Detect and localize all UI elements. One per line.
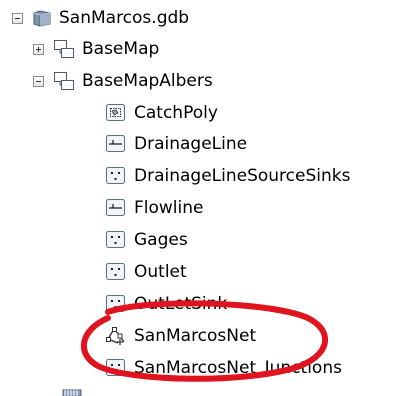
tree-node-label: DrainageLineSourceSinks xyxy=(134,166,351,186)
polygon-feature-class-icon xyxy=(106,104,125,121)
line-feature-class-icon xyxy=(106,135,125,152)
partial-feature-icon xyxy=(62,389,82,396)
tree-node-label: SanMarcos.gdb xyxy=(59,8,190,28)
tree-node-feature-class[interactable]: OutLetSink xyxy=(105,291,227,317)
point-feature-class-icon xyxy=(106,263,125,280)
line-feature-class-icon xyxy=(106,199,125,216)
tree-node-label: CatchPoly xyxy=(134,103,218,123)
tree-node-label: BaseMapAlbers xyxy=(82,71,213,91)
tree-node-feature-class[interactable]: DrainageLineSourceSinks xyxy=(105,163,350,189)
tree-node-geodatabase[interactable]: SanMarcos.gdb xyxy=(12,5,189,31)
geometric-network-icon xyxy=(106,327,125,345)
tree-node-label: SanMarcosNet xyxy=(134,326,257,346)
tree-node-feature-class[interactable]: Outlet xyxy=(105,259,187,285)
tree-node-label: DrainageLine xyxy=(134,134,248,154)
tree-node-feature-class[interactable]: CatchPoly xyxy=(105,100,218,126)
collapse-toggle-icon[interactable] xyxy=(12,12,23,24)
tree-node-label: OutLetSink xyxy=(134,294,228,314)
tree-node-label: Outlet xyxy=(134,262,187,282)
tree-node-feature-dataset[interactable]: BaseMap xyxy=(33,36,159,62)
tree-node-label: SanMarcosNet_Junctions xyxy=(134,358,342,378)
tree-node-feature-class[interactable]: Gages xyxy=(105,227,188,253)
catalog-tree: SanMarcos.gdb BaseMap BaseMapAlbers Catc… xyxy=(0,0,401,396)
tree-node-label: Flowline xyxy=(134,198,204,218)
feature-dataset-icon xyxy=(54,72,74,90)
tree-node-label: BaseMap xyxy=(82,39,160,59)
collapse-toggle-icon[interactable] xyxy=(33,75,44,87)
point-feature-class-icon xyxy=(106,231,125,248)
tree-node-feature-dataset[interactable]: BaseMapAlbers xyxy=(33,68,213,94)
geodatabase-icon xyxy=(33,10,51,27)
feature-dataset-icon xyxy=(54,40,74,58)
point-feature-class-icon xyxy=(106,167,125,184)
tree-node-feature-class[interactable]: DrainageLine xyxy=(105,131,247,157)
point-feature-class-icon xyxy=(106,359,125,376)
tree-node-feature-class[interactable]: Flowline xyxy=(105,195,204,221)
tree-node-partial xyxy=(62,388,84,396)
point-feature-class-icon xyxy=(106,295,125,312)
tree-node-label: Gages xyxy=(134,230,188,250)
tree-node-feature-class[interactable]: SanMarcosNet_Junctions xyxy=(105,355,342,381)
tree-node-geometric-network[interactable]: SanMarcosNet xyxy=(105,323,256,349)
expand-toggle-icon[interactable] xyxy=(33,43,44,55)
